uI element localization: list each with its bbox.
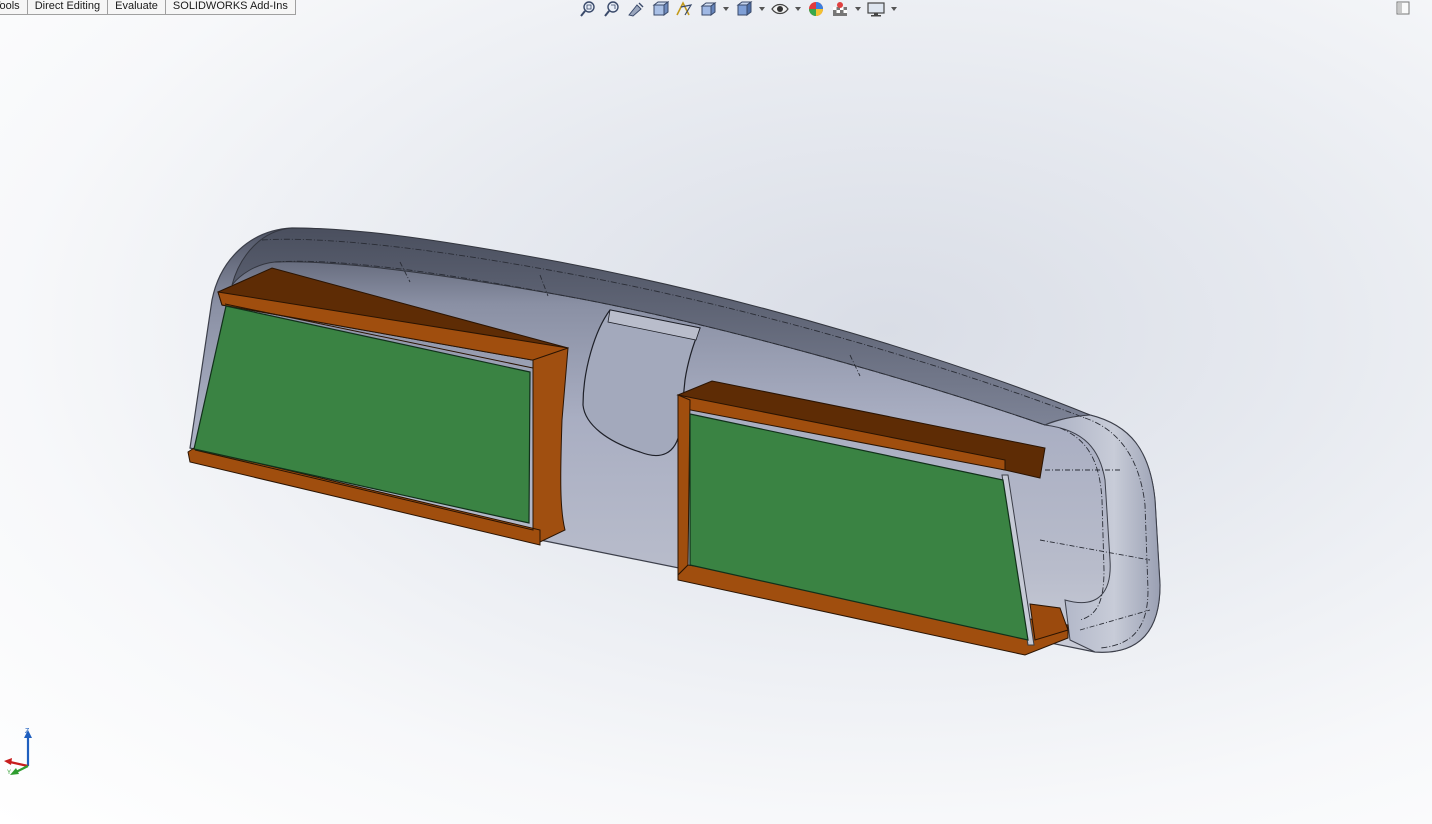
previous-view-icon[interactable] xyxy=(626,0,646,18)
tab-evaluate[interactable]: Evaluate xyxy=(108,0,166,14)
apply-scene-dropdown-icon[interactable] xyxy=(854,0,862,18)
tab-solidworks-add-ins[interactable]: SOLIDWORKS Add-Ins xyxy=(165,0,296,14)
view-orientation-dropdown-icon[interactable] xyxy=(722,0,730,18)
dynamic-annotation-views-icon[interactable] xyxy=(674,0,694,18)
view-settings-icon[interactable] xyxy=(866,0,886,18)
view-orientation-icon[interactable] xyxy=(698,0,718,18)
tab-tools[interactable]: Tools xyxy=(0,0,28,14)
zoom-to-fit-icon[interactable] xyxy=(578,0,598,18)
apply-scene-icon[interactable] xyxy=(830,0,850,18)
zoom-to-area-icon[interactable] xyxy=(602,0,622,18)
tab-direct-editing[interactable]: Direct Editing xyxy=(27,0,109,14)
view-settings-dropdown-icon[interactable] xyxy=(890,0,898,18)
display-style-icon[interactable] xyxy=(734,0,754,18)
edit-appearance-icon[interactable] xyxy=(806,0,826,18)
triad-y-label: Y xyxy=(7,770,11,776)
reference-triad: Z Y xyxy=(4,728,32,776)
hide-show-items-dropdown-icon[interactable] xyxy=(794,0,802,18)
graphics-viewport[interactable] xyxy=(0,0,1432,824)
display-style-dropdown-icon[interactable] xyxy=(758,0,766,18)
heads-up-view-toolbar xyxy=(578,0,898,18)
triad-z-label: Z xyxy=(25,728,30,735)
command-manager-tabs: Tools Direct Editing Evaluate SOLIDWORKS… xyxy=(0,0,296,15)
section-view-icon[interactable] xyxy=(650,0,670,18)
hide-show-items-icon[interactable] xyxy=(770,0,790,18)
task-pane-toggle-icon[interactable] xyxy=(1396,1,1410,15)
